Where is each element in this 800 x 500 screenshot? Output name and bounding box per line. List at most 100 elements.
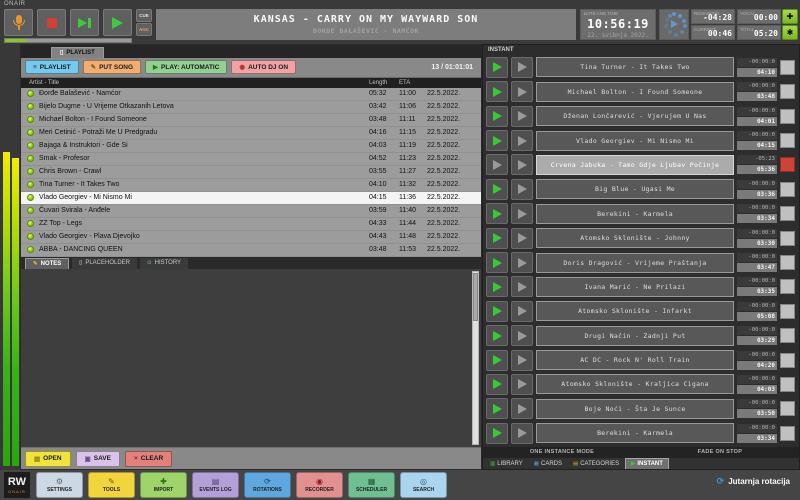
instant-cue-button[interactable] bbox=[511, 81, 533, 102]
instant-play-button[interactable] bbox=[486, 325, 508, 346]
instant-play-button[interactable] bbox=[486, 374, 508, 395]
instant-stop-toggle[interactable] bbox=[780, 353, 795, 368]
playlist-toolbar-button[interactable]: ◉ AUTO DJ ON bbox=[231, 60, 296, 74]
column-eta[interactable]: ETA bbox=[399, 80, 427, 86]
instant-cue-button[interactable] bbox=[511, 350, 533, 371]
instant-play-button[interactable] bbox=[486, 301, 508, 322]
playlist-row[interactable]: Čuvari Svirala - Anđele 03:59 11:40 22.5… bbox=[21, 205, 481, 218]
instant-track-title[interactable]: Atomsko Sklonište - Johnny bbox=[536, 228, 734, 248]
instant-cue-button[interactable] bbox=[511, 398, 533, 419]
playlist-row[interactable]: Smak - Profesor 04:52 11:23 22.5.2022. bbox=[21, 153, 481, 166]
instant-stop-toggle[interactable] bbox=[780, 279, 795, 294]
main-toolbar-button[interactable]: ✎ TOOLS bbox=[88, 472, 135, 498]
playlist-row[interactable]: Vlado Georgiev - Plava Djevojko 04:43 11… bbox=[21, 231, 481, 244]
main-toolbar-button[interactable]: ⟳ ROTATIONS bbox=[244, 472, 291, 498]
instant-cue-button[interactable] bbox=[511, 154, 533, 175]
agc-button[interactable]: AGC bbox=[136, 23, 152, 36]
instant-play-button[interactable] bbox=[486, 228, 508, 249]
instant-stop-toggle[interactable] bbox=[780, 109, 795, 124]
instant-play-button[interactable] bbox=[486, 106, 508, 127]
notes-tab[interactable]: ▯ PLACEHOLDER bbox=[72, 258, 137, 269]
playlist-row[interactable]: Đorđe Balašević - Namćor 05:32 11:00 22.… bbox=[21, 88, 481, 101]
instant-stop-toggle[interactable] bbox=[780, 304, 795, 319]
instant-stop-toggle[interactable] bbox=[780, 60, 795, 75]
instant-track-title[interactable]: Big Blue - Ugasi Me bbox=[536, 179, 734, 199]
notes-text-area[interactable] bbox=[21, 269, 481, 448]
instant-track-title[interactable]: Tina Turner - It Takes Two bbox=[536, 57, 734, 77]
instant-track-title[interactable]: Berekini - Karmela bbox=[536, 204, 734, 224]
playlist-toolbar-button[interactable]: ✎ PUT SONG bbox=[83, 60, 141, 74]
instant-play-button[interactable] bbox=[486, 350, 508, 371]
instant-cue-button[interactable] bbox=[511, 106, 533, 127]
instant-cue-button[interactable] bbox=[511, 325, 533, 346]
instant-play-button[interactable] bbox=[486, 252, 508, 273]
instant-stop-toggle[interactable] bbox=[780, 133, 795, 148]
notes-tab[interactable]: ⊙ HISTORY bbox=[140, 258, 188, 269]
instant-play-button[interactable] bbox=[486, 81, 508, 102]
cue-button[interactable]: CUE bbox=[136, 9, 152, 22]
tab-playlist[interactable]: ▯ PLAYLIST bbox=[51, 47, 104, 58]
instant-play-button[interactable] bbox=[486, 130, 508, 151]
main-toolbar-button[interactable]: ◎ SEARCH bbox=[400, 472, 447, 498]
playlist-toolbar-button[interactable]: ≡ PLAYLIST bbox=[25, 60, 79, 74]
instant-stop-toggle[interactable] bbox=[780, 157, 795, 172]
instant-track-title[interactable]: Atomsko Sklonište - Kraljica Cigana bbox=[536, 374, 734, 394]
playlist-row[interactable]: Chris Brown - Crawl 03:55 11:27 22.5.202… bbox=[21, 166, 481, 179]
instant-track-title[interactable]: Boje Noći - Šta Je Sunce bbox=[536, 399, 734, 419]
browser-tab[interactable]: ▶ INSTANT bbox=[625, 458, 669, 469]
instant-cue-button[interactable] bbox=[511, 276, 533, 297]
instant-cue-button[interactable] bbox=[511, 228, 533, 249]
instant-stop-toggle[interactable] bbox=[780, 377, 795, 392]
main-toolbar-button[interactable]: ◉ RECORDER bbox=[296, 472, 343, 498]
instant-stop-toggle[interactable] bbox=[780, 84, 795, 99]
instant-track-title[interactable]: Drugi Način - Zadnji Put bbox=[536, 326, 734, 346]
playlist-row[interactable]: Vlado Georgiev - Mi Nismo Mi 04:15 11:36… bbox=[21, 192, 481, 205]
instant-cue-button[interactable] bbox=[511, 57, 533, 78]
instant-track-title[interactable]: AC DC - Rock N' Roll Train bbox=[536, 350, 734, 370]
instant-stop-toggle[interactable] bbox=[780, 182, 795, 197]
instant-track-title[interactable]: Vlado Georgiev - Mi Nismo Mi bbox=[536, 131, 734, 151]
instant-play-button[interactable] bbox=[486, 276, 508, 297]
instant-track-title[interactable]: Michael Bolton - I Found Someone bbox=[536, 82, 734, 102]
instant-play-button[interactable] bbox=[486, 423, 508, 444]
instant-cue-button[interactable] bbox=[511, 252, 533, 273]
instant-stop-toggle[interactable] bbox=[780, 328, 795, 343]
next-button[interactable] bbox=[70, 9, 99, 36]
notes-scrollbar[interactable] bbox=[472, 271, 479, 446]
instant-track-title[interactable]: Atomsko Sklonište - Infarkt bbox=[536, 301, 734, 321]
instant-stop-toggle[interactable] bbox=[780, 206, 795, 221]
instant-track-title[interactable]: Ivana Marić - Ne Prilazi bbox=[536, 277, 734, 297]
instant-cue-button[interactable] bbox=[511, 203, 533, 224]
instant-stop-toggle[interactable] bbox=[780, 255, 795, 270]
instant-play-button[interactable] bbox=[486, 179, 508, 200]
browser-tab[interactable]: ▦ CARDS bbox=[529, 458, 567, 469]
play-button[interactable] bbox=[103, 9, 132, 36]
main-toolbar-button[interactable]: ▤ EVENTS LOG bbox=[192, 472, 239, 498]
instant-stop-toggle[interactable] bbox=[780, 401, 795, 416]
instant-play-button[interactable] bbox=[486, 57, 508, 78]
instant-play-button[interactable] bbox=[486, 154, 508, 175]
instant-track-title[interactable]: Crvena Jabuka - Tamo Gdje Ljubav Počinje bbox=[536, 155, 734, 175]
playlist-row[interactable]: ZZ Top - Legs 04:33 11:44 22.5.2022. bbox=[21, 218, 481, 231]
column-artist-title[interactable]: Artist - Title bbox=[21, 80, 369, 86]
file-button[interactable]: ▣ SAVE bbox=[76, 451, 120, 467]
main-toolbar-button[interactable]: ✚ IMPORT bbox=[140, 472, 187, 498]
instant-track-title[interactable]: Berekini - Karmela bbox=[536, 423, 734, 443]
playlist-row[interactable]: Bajaga & Instruktori - Gde Si 04:03 11:1… bbox=[21, 140, 481, 153]
playlist-row[interactable]: ABBA - DANCING QUEEN 03:48 11:53 22.5.20… bbox=[21, 244, 481, 257]
instant-track-title[interactable]: Dženan Lončarević - Vjerujem U Nas bbox=[536, 106, 734, 126]
instant-track-title[interactable]: Doris Dragović - Vrijeme Praštanja bbox=[536, 253, 734, 273]
main-toolbar-button[interactable]: ▦ SCHEDULER bbox=[348, 472, 395, 498]
column-length[interactable]: Length bbox=[369, 80, 399, 86]
instant-cue-button[interactable] bbox=[511, 374, 533, 395]
instant-play-button[interactable] bbox=[486, 398, 508, 419]
stop-button[interactable] bbox=[37, 9, 66, 36]
instant-cue-button[interactable] bbox=[511, 179, 533, 200]
file-button[interactable]: ▤ OPEN bbox=[25, 451, 71, 467]
instant-play-button[interactable] bbox=[486, 203, 508, 224]
notes-tab[interactable]: ✎ NOTES bbox=[25, 258, 69, 269]
playlist-row[interactable]: Bijelo Dugme - U Vrijeme Otkazanih Letov… bbox=[21, 101, 481, 114]
mic-setup-button[interactable]: ✚ bbox=[782, 9, 798, 24]
instant-cue-button[interactable] bbox=[511, 423, 533, 444]
file-button[interactable]: × CLEAR bbox=[125, 451, 172, 467]
